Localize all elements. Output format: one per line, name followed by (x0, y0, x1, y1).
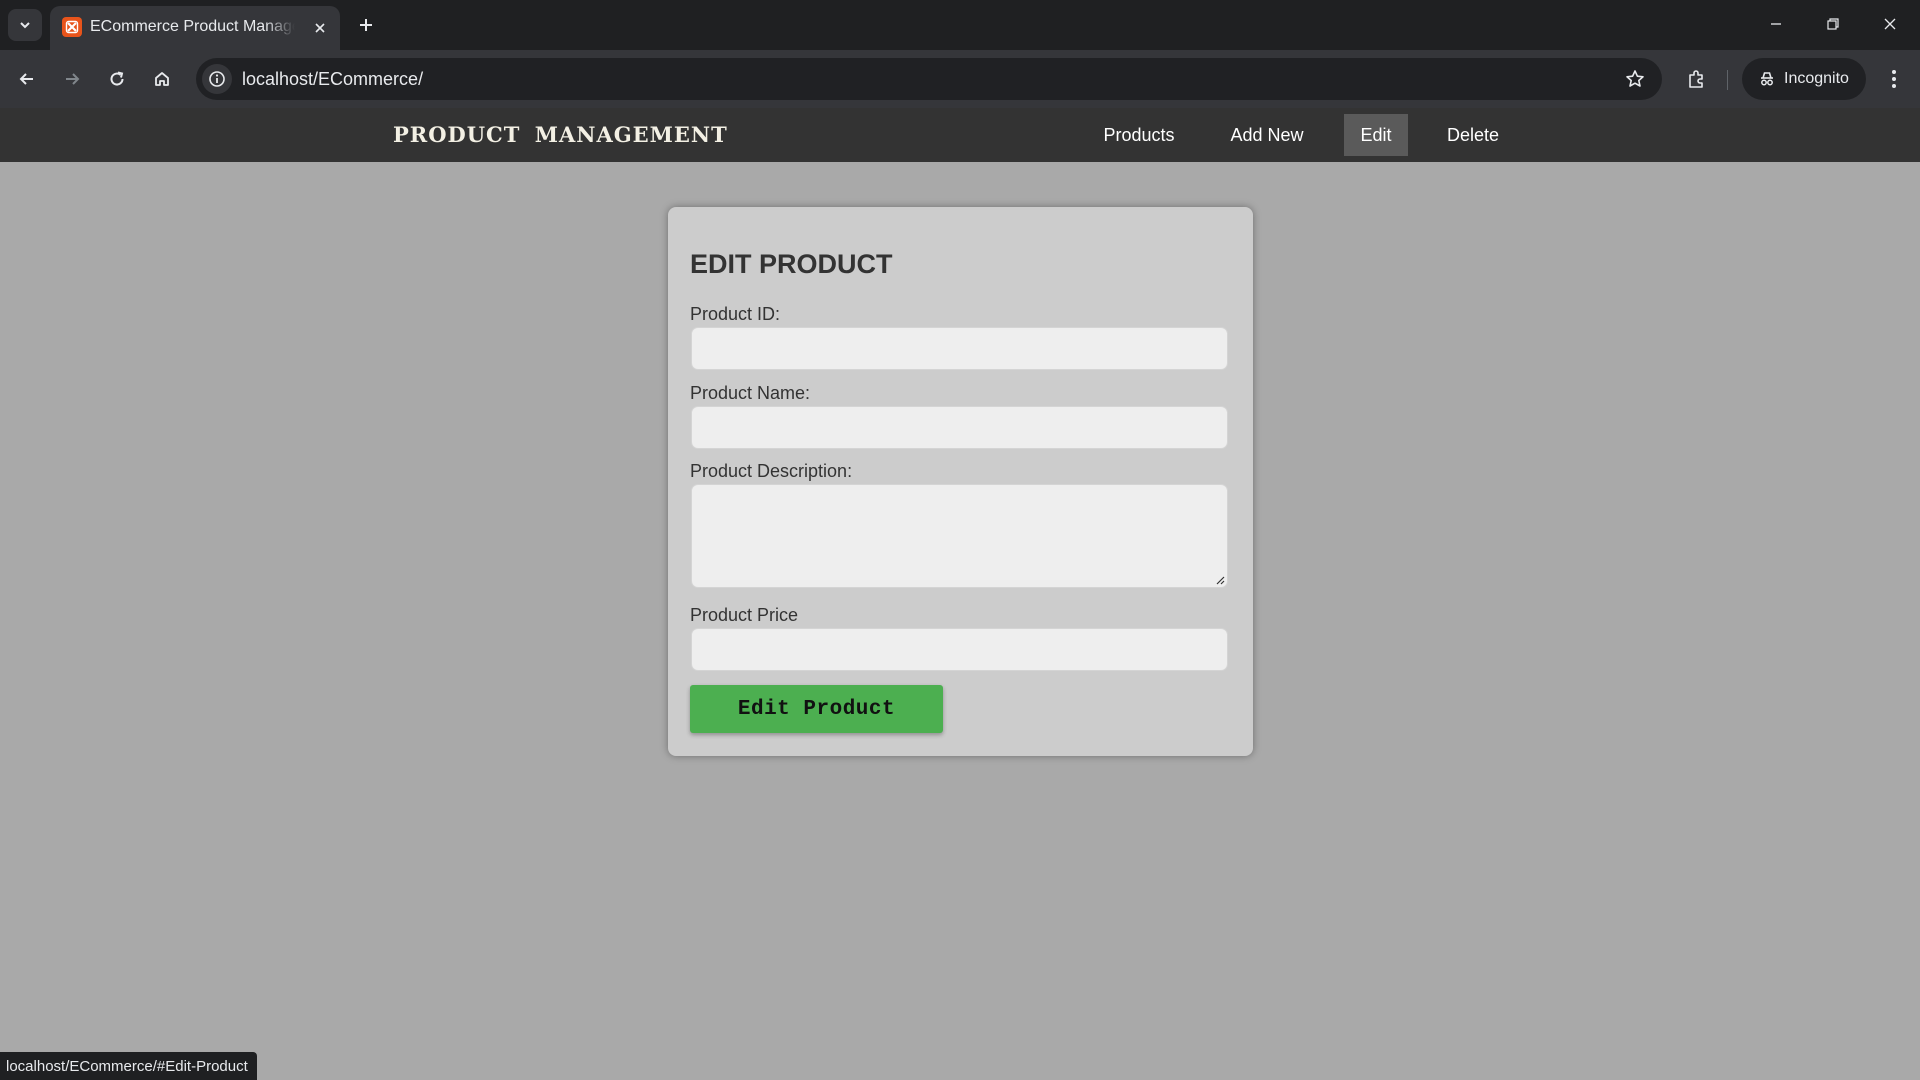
status-bar: localhost/ECommerce/#Edit-Product (0, 1052, 257, 1080)
site-header: PRODUCT MANAGEMENT Products Add New Edit… (0, 108, 1920, 162)
info-icon[interactable] (202, 64, 232, 94)
product-name-label: Product Name: (690, 383, 811, 403)
edit-product-button[interactable]: Edit Product (690, 685, 943, 733)
nav-link-products[interactable]: Products (1089, 114, 1189, 156)
profile-button[interactable]: Incognito (1742, 58, 1866, 100)
tab-search-button[interactable] (8, 9, 42, 41)
chevron-down-icon (20, 22, 30, 29)
product-price-input[interactable] (691, 628, 1228, 671)
plus-icon[interactable] (352, 11, 380, 39)
close-icon[interactable] (308, 16, 332, 40)
product-name-input[interactable] (691, 406, 1228, 449)
minimize-icon[interactable] (1758, 8, 1794, 40)
form-title: EDIT PRODUCT (690, 249, 893, 279)
product-id-label: Product ID: (690, 304, 781, 324)
profile-label: Incognito (1784, 70, 1849, 87)
browser-tab[interactable]: ECommerce Product Management (50, 6, 340, 50)
window-close-icon[interactable] (1872, 8, 1908, 40)
kebab-menu-icon[interactable] (1876, 61, 1912, 97)
home-icon[interactable] (144, 61, 180, 97)
back-icon[interactable] (9, 61, 45, 97)
restore-icon[interactable] (1815, 8, 1851, 40)
toolbar-divider (1727, 70, 1728, 90)
nav-link-delete[interactable]: Delete (1436, 114, 1510, 156)
resize-grip-icon[interactable] (1215, 575, 1225, 585)
tab-title: ECommerce Product Management (90, 18, 295, 35)
product-price-label: Product Price (690, 605, 799, 625)
url-text: localhost/ECommerce/ (242, 69, 424, 89)
reload-icon[interactable] (99, 61, 135, 97)
product-description-wrapper (691, 484, 1228, 588)
product-id-input[interactable] (691, 327, 1228, 370)
edit-product-card: EDIT PRODUCT Product ID: Product Name: P… (668, 207, 1253, 756)
product-description-textarea[interactable] (691, 484, 1228, 588)
browser-tab-strip: ECommerce Product Management (0, 0, 1920, 50)
incognito-icon (1761, 72, 1773, 86)
favicon-icon (62, 17, 82, 37)
brand-title: PRODUCT MANAGEMENT (393, 122, 728, 147)
extensions-icon[interactable] (1678, 61, 1714, 97)
product-description-label: Product Description: (690, 461, 853, 481)
address-bar[interactable]: localhost/ECommerce/ (196, 58, 1662, 100)
browser-toolbar: localhost/ECommerce/ Incognito (0, 50, 1920, 108)
forward-icon[interactable] (54, 61, 90, 97)
nav-link-edit[interactable]: Edit (1344, 114, 1408, 156)
nav-link-add-new[interactable]: Add New (1217, 114, 1317, 156)
star-icon[interactable] (1622, 66, 1648, 92)
